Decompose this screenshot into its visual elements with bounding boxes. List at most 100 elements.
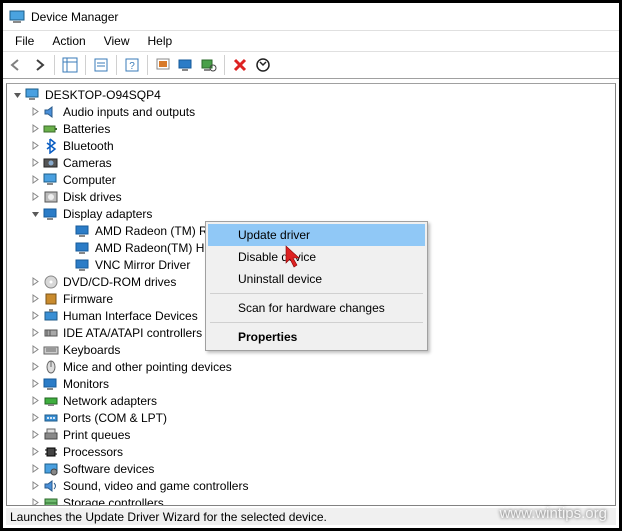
expand-icon[interactable] [29,361,41,373]
expand-icon[interactable] [29,157,41,169]
tree-category[interactable]: Bluetooth [7,137,615,154]
tree-category-label: DVD/CD-ROM drives [63,275,176,289]
bluetooth-icon [43,138,59,154]
update-button[interactable] [175,54,197,76]
expand-icon[interactable] [29,497,41,507]
ctx-separator [210,322,423,323]
tree-category[interactable]: Processors [7,443,615,460]
tree-category-label: Storage controllers [63,496,164,507]
collapse-icon[interactable] [11,89,23,101]
expand-icon[interactable] [29,191,41,203]
uninstall-button[interactable] [229,54,251,76]
tree-category-label: Cameras [63,156,112,170]
tree-category-label: Human Interface Devices [63,309,198,323]
computer-icon [25,87,41,103]
ctx-properties[interactable]: Properties [208,326,425,348]
computer-icon [43,172,59,188]
tree-root-label: DESKTOP-O94SQP4 [45,88,161,102]
svg-text:?: ? [129,61,135,72]
tree-category[interactable]: Software devices [7,460,615,477]
expand-icon[interactable] [29,412,41,424]
tree-category[interactable]: Computer [7,171,615,188]
tree-category-label: Batteries [63,122,110,136]
tree-category-label: IDE ATA/ATAPI controllers [63,326,202,340]
expand-icon[interactable] [29,446,41,458]
ctx-separator [210,293,423,294]
display-icon [75,223,91,239]
help-button[interactable]: ? [121,54,143,76]
tree-category[interactable]: Network adapters [7,392,615,409]
tree-category[interactable]: Disk drives [7,188,615,205]
title-bar: Device Manager [3,3,619,31]
tree-category-label: Disk drives [63,190,122,204]
port-icon [43,410,59,426]
ctx-update-driver[interactable]: Update driver [208,224,425,246]
tree-root[interactable]: DESKTOP-O94SQP4 [7,86,615,103]
disable-button[interactable] [252,54,274,76]
show-hidden-button[interactable] [59,54,81,76]
dvd-icon [43,274,59,290]
menu-view[interactable]: View [96,33,138,49]
menu-file[interactable]: File [7,33,42,49]
expand-icon[interactable] [29,429,41,441]
action-button[interactable] [152,54,174,76]
display-icon [43,206,59,222]
expand-icon[interactable] [29,480,41,492]
expand-icon[interactable] [29,293,41,305]
tree-category-label: Firmware [63,292,113,306]
toolbar: ? [3,51,619,79]
expand-icon[interactable] [29,310,41,322]
menu-help[interactable]: Help [140,33,181,49]
ctx-uninstall-device[interactable]: Uninstall device [208,268,425,290]
expand-icon[interactable] [29,174,41,186]
sound-icon [43,478,59,494]
expand-icon[interactable] [29,140,41,152]
expand-icon[interactable] [29,463,41,475]
ctx-disable-device[interactable]: Disable device [208,246,425,268]
tree-category[interactable]: Monitors [7,375,615,392]
expand-icon[interactable] [29,123,41,135]
firmware-icon [43,291,59,307]
collapse-icon[interactable] [29,208,41,220]
speaker-icon [43,104,59,120]
spacer [61,225,73,237]
camera-icon [43,155,59,171]
keyboard-icon [43,342,59,358]
tree-category-label: Processors [63,445,123,459]
expand-icon[interactable] [29,395,41,407]
tree-category[interactable]: Batteries [7,120,615,137]
menu-action[interactable]: Action [44,33,93,49]
battery-icon [43,121,59,137]
expand-icon[interactable] [29,327,41,339]
tree-category[interactable]: Audio inputs and outputs [7,103,615,120]
tree-category-label: Network adapters [63,394,157,408]
scan-button[interactable] [198,54,220,76]
spacer [61,242,73,254]
software-icon [43,461,59,477]
expand-icon[interactable] [29,276,41,288]
tree-category[interactable]: Sound, video and game controllers [7,477,615,494]
properties-button[interactable] [90,54,112,76]
printer-icon [43,427,59,443]
tree-category-label: Computer [63,173,116,187]
ctx-scan-hardware[interactable]: Scan for hardware changes [208,297,425,319]
status-text: Launches the Update Driver Wizard for th… [10,510,327,524]
tree-category[interactable]: Cameras [7,154,615,171]
expand-icon[interactable] [29,106,41,118]
monitor-icon [43,376,59,392]
forward-button[interactable] [28,54,50,76]
spacer [61,259,73,271]
back-button[interactable] [5,54,27,76]
expand-icon[interactable] [29,378,41,390]
network-icon [43,393,59,409]
tree-category-label: Mice and other pointing devices [63,360,232,374]
mouse-icon [43,359,59,375]
tree-category-label: Keyboards [63,343,120,357]
tree-category[interactable]: Ports (COM & LPT) [7,409,615,426]
tree-category[interactable]: Print queues [7,426,615,443]
storage-icon [43,495,59,507]
expand-icon[interactable] [29,344,41,356]
tree-category[interactable]: Mice and other pointing devices [7,358,615,375]
cpu-icon [43,444,59,460]
tree-category[interactable]: Display adapters [7,205,615,222]
